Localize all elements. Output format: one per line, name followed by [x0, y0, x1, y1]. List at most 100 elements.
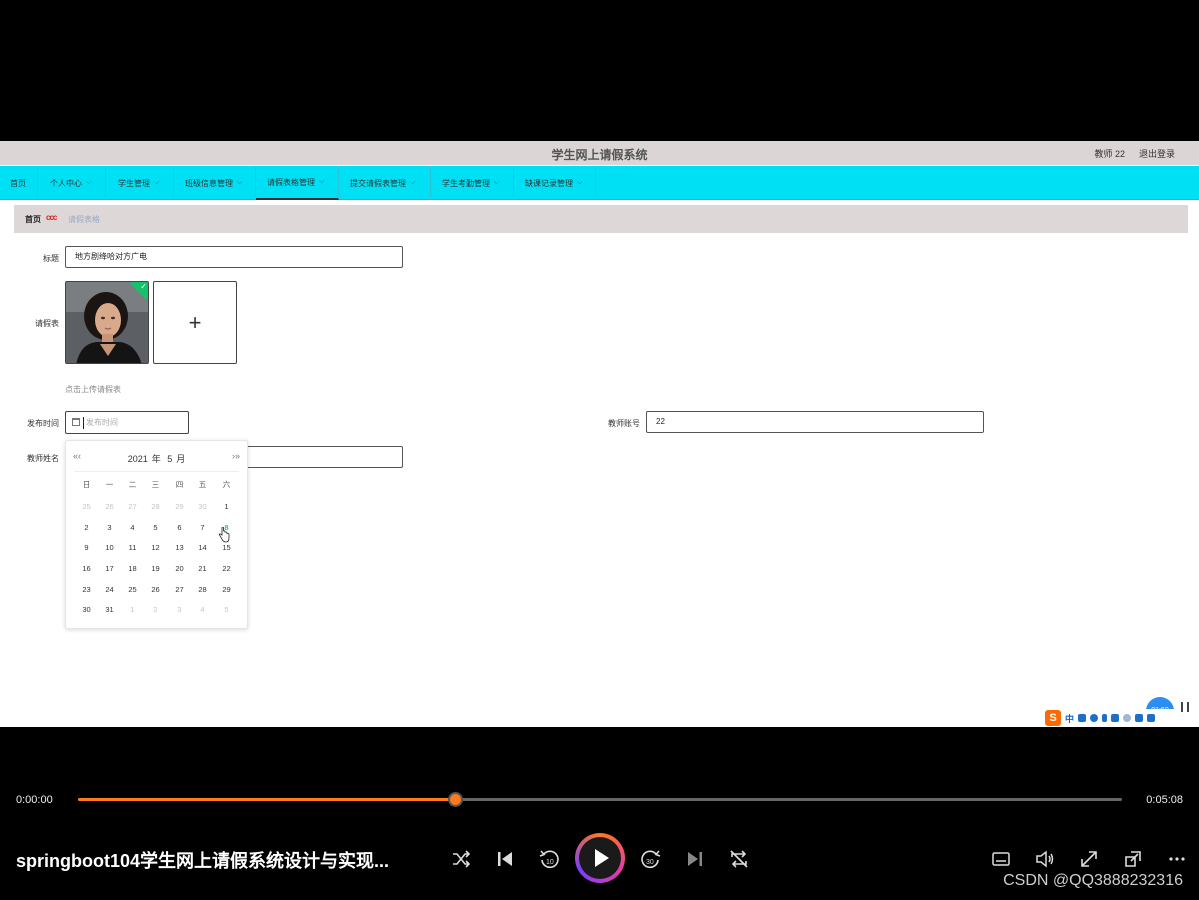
calendar-day[interactable]: 1	[215, 502, 238, 511]
main-nav: 首页 个人中心 ⌵ 学生管理 ⌵ 班级信息管理 ⌵ 请假表格管理 ⌵ 提交请假表管理 ⌵ …	[0, 166, 1199, 200]
svg-text:30: 30	[646, 859, 654, 866]
shuffle-icon[interactable]	[450, 848, 472, 870]
calendar-day[interactable]: 29	[168, 502, 191, 511]
next-icon[interactable]	[684, 848, 706, 870]
skin-icon[interactable]	[1135, 714, 1144, 722]
nav-label: 请假表格管理	[267, 177, 315, 187]
calendar-day[interactable]: 9	[75, 543, 98, 552]
calendar-day[interactable]: 30	[75, 605, 98, 614]
ime-mode[interactable]: 中	[1065, 712, 1074, 725]
calendar-day[interactable]: 3	[98, 523, 121, 532]
calendar-day[interactable]: 4	[121, 523, 144, 532]
nav-item-home[interactable]: 首页	[0, 166, 38, 200]
calendar-day[interactable]: 19	[144, 564, 167, 573]
calendar-day[interactable]: 11	[121, 543, 144, 552]
calendar-year[interactable]: 2021	[128, 454, 148, 464]
calendar-day[interactable]: 2	[75, 523, 98, 532]
calendar-day[interactable]: 26	[144, 585, 167, 594]
publish-time-input[interactable]: 发布时间	[65, 411, 189, 434]
web-app: 学生网上请假系统 教师 22 退出登录 首页 个人中心 ⌵ 学生管理 ⌵ 班级信息管…	[0, 141, 1199, 727]
calendar-day[interactable]: 6	[168, 523, 191, 532]
calendar-day[interactable]: 18	[121, 564, 144, 573]
calendar-day[interactable]: 17	[98, 564, 121, 573]
breadcrumb-home[interactable]: 首页	[25, 214, 41, 225]
calendar-day[interactable]: 14	[191, 543, 214, 552]
calendar-day[interactable]: 4	[191, 605, 214, 614]
calendar-month-unit: 月	[176, 454, 186, 464]
toolbox-icon[interactable]	[1147, 714, 1156, 722]
nav-label: 学生管理	[118, 178, 150, 188]
volume-icon[interactable]	[1034, 848, 1056, 870]
calendar-day[interactable]: 28	[144, 502, 167, 511]
calendar-day[interactable]: 20	[168, 564, 191, 573]
nav-item-profile[interactable]: 个人中心 ⌵	[38, 166, 106, 200]
calendar-day[interactable]: 1	[121, 605, 144, 614]
nav-item-students[interactable]: 学生管理 ⌵	[106, 166, 174, 200]
chevron-down-icon: ⌵	[319, 178, 325, 185]
calendar-day[interactable]: 7	[191, 523, 214, 532]
calendar-day[interactable]: 5	[144, 523, 167, 532]
nav-item-attendance[interactable]: 学生考勤管理 ⌵	[431, 166, 514, 200]
nav-item-submitted-forms[interactable]: 提交请假表管理 ⌵	[339, 166, 431, 200]
play-button[interactable]	[575, 833, 625, 883]
user-icon[interactable]	[1123, 714, 1132, 722]
calendar-day[interactable]: 30	[191, 502, 214, 511]
calendar-day[interactable]: 23	[75, 585, 98, 594]
fullscreen-icon[interactable]	[1078, 848, 1100, 870]
breadcrumb-current: 请假表格	[68, 215, 100, 224]
calendar-month[interactable]: 5	[167, 454, 172, 464]
calendar-day[interactable]: 28	[191, 585, 214, 594]
calendar-day[interactable]: 13	[168, 543, 191, 552]
picture-in-picture-icon[interactable]	[1122, 848, 1144, 870]
calendar-day[interactable]: 15	[215, 543, 238, 552]
calendar-day[interactable]: 29	[215, 585, 238, 594]
ime-toolbar[interactable]: S 中	[1043, 709, 1191, 727]
calendar-day[interactable]: 10	[98, 543, 121, 552]
logout-link[interactable]: 退出登录	[1139, 147, 1175, 160]
calendar-day[interactable]: 27	[121, 502, 144, 511]
calendar-day[interactable]: 27	[168, 585, 191, 594]
calendar-day[interactable]: 12	[144, 543, 167, 552]
next-month-button[interactable]: ›»	[232, 451, 240, 461]
forward-30-icon[interactable]: 30	[640, 848, 662, 870]
uploaded-image-thumbnail[interactable]: ✓	[65, 281, 149, 364]
nav-item-absence-records[interactable]: 缺课记录管理 ⌵	[514, 166, 596, 200]
upload-button[interactable]: +	[153, 281, 237, 364]
loop-off-icon[interactable]	[728, 848, 750, 870]
progress-handle[interactable]	[447, 792, 463, 807]
microphone-icon[interactable]	[1102, 714, 1108, 722]
keyboard-icon[interactable]	[1111, 714, 1120, 722]
subtitles-icon[interactable]	[990, 848, 1012, 870]
teacher-account-input[interactable]: 22	[646, 411, 984, 433]
calendar-day[interactable]: 5	[215, 605, 238, 614]
calendar-day[interactable]: 25	[121, 585, 144, 594]
nav-item-leave-forms[interactable]: 请假表格管理 ⌵	[256, 166, 339, 200]
calendar-day[interactable]: 2	[144, 605, 167, 614]
nav-label: 缺课记录管理	[525, 178, 573, 188]
calendar-day[interactable]: 26	[98, 502, 121, 511]
emoji-icon[interactable]	[1090, 714, 1099, 722]
more-options-icon[interactable]	[1166, 848, 1188, 870]
leave-form-label: 请假表	[35, 319, 59, 328]
calendar-day[interactable]: 25	[75, 502, 98, 511]
nav-item-class-info[interactable]: 班级信息管理 ⌵	[174, 166, 256, 200]
calendar-day[interactable]: 31	[98, 605, 121, 614]
chevron-down-icon: ⌵	[86, 179, 92, 186]
calendar-day[interactable]: 24	[98, 585, 121, 594]
rewind-10-icon[interactable]: 10	[538, 848, 560, 870]
punctuation-icon[interactable]	[1078, 714, 1087, 722]
weekday-header: 日	[82, 480, 91, 489]
calendar-day[interactable]: 16	[75, 564, 98, 573]
weekday-header: 三	[151, 480, 160, 489]
calendar-day[interactable]: 3	[168, 605, 191, 614]
nav-label: 班级信息管理	[185, 178, 233, 188]
video-player-controls: 0:00:00 0:05:08 springboot104学生网上请假系统设计与…	[0, 784, 1199, 900]
calendar-day[interactable]: 22	[215, 564, 238, 573]
csdn-watermark: CSDN @QQ3888232316	[1003, 872, 1183, 889]
previous-icon[interactable]	[494, 848, 516, 870]
progress-bar[interactable]	[78, 792, 1122, 807]
sogou-logo-icon: S	[1045, 710, 1061, 726]
title-input[interactable]: 地方剧绛哈对方广电	[65, 246, 403, 268]
calendar-day[interactable]: 21	[191, 564, 214, 573]
video-title: springboot104学生网上请假系统设计与实现...	[16, 851, 390, 871]
